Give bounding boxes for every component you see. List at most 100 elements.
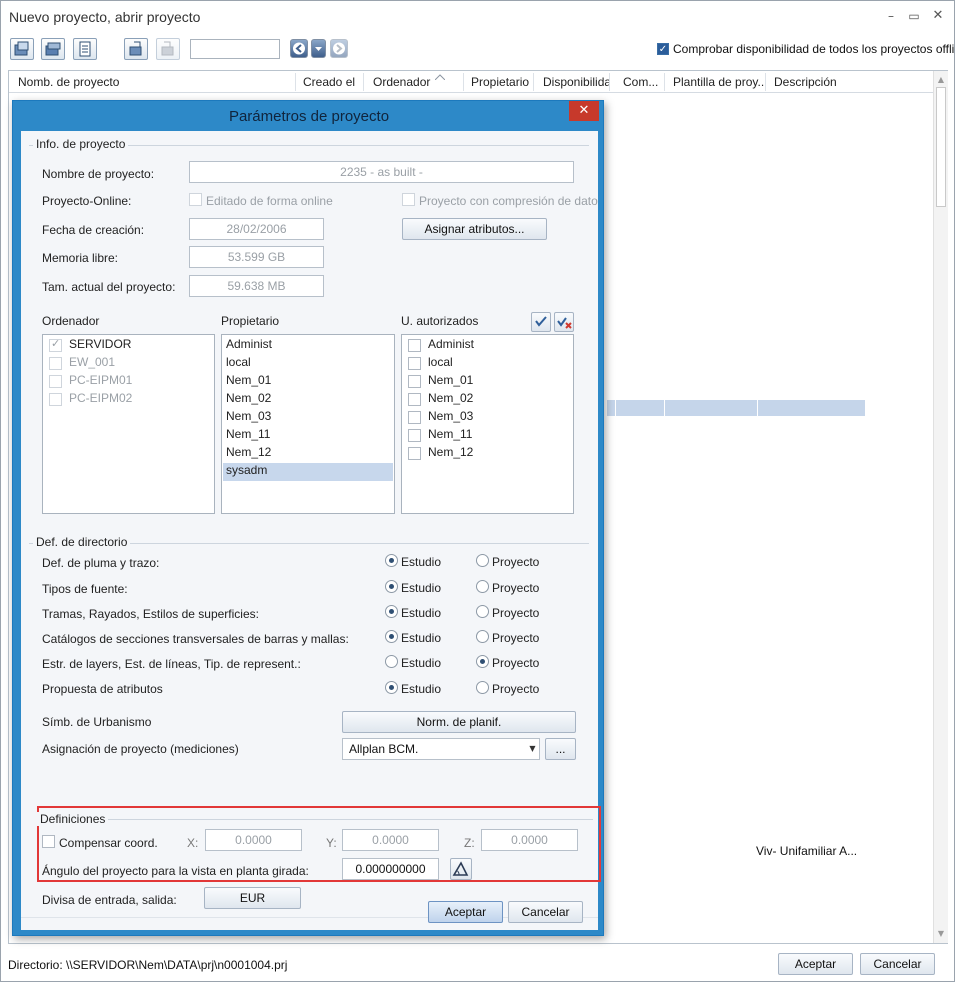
select-all-icon[interactable]	[531, 312, 551, 332]
authorized-checkbox[interactable]	[408, 447, 421, 460]
list-item: PC-EIPM01	[69, 373, 133, 387]
project-radio[interactable]	[476, 580, 489, 593]
studio-radio[interactable]	[385, 681, 398, 694]
project-parameters-dialog: Parámetros de proyecto ✕ Info. de proyec…	[12, 100, 604, 936]
maximize-icon[interactable]: ▭	[904, 7, 924, 25]
list-item: Nem_12	[428, 445, 474, 459]
project-size-field: 59.638 MB	[189, 275, 324, 297]
authorized-checkbox[interactable]	[408, 411, 421, 424]
minimize-icon[interactable]: –	[881, 7, 901, 25]
urbanism-label: Símb. de Urbanismo	[42, 715, 152, 729]
authorized-checkbox[interactable]	[408, 393, 421, 406]
col-header-name[interactable]: Nomb. de proyecto	[18, 75, 288, 89]
assignment-more-button[interactable]: ...	[545, 738, 576, 760]
list-item[interactable]: local	[226, 355, 251, 373]
back-icon[interactable]	[290, 39, 308, 58]
assignment-select[interactable]: Allplan BCM.	[342, 738, 540, 760]
export-icon[interactable]	[124, 38, 148, 60]
y-field[interactable]: 0.0000	[342, 829, 439, 851]
dialog-accept-button[interactable]: Aceptar	[428, 901, 503, 923]
properties-icon[interactable]	[73, 38, 97, 60]
project-label: Proyecto	[492, 555, 540, 569]
compression-checkbox[interactable]	[402, 193, 415, 206]
col-header-description[interactable]: Descripción	[774, 75, 874, 89]
project-label: Proyecto	[492, 631, 540, 645]
studio-radio[interactable]	[385, 554, 398, 567]
list-header: Nomb. de proyecto Creado el Ordenador Pr…	[9, 71, 933, 93]
compensate-coord-checkbox[interactable]	[42, 835, 55, 848]
list-item[interactable]: Administ	[226, 337, 272, 355]
col-header-availability[interactable]: Disponibilidad	[543, 75, 609, 89]
selected-project-row[interactable]	[607, 400, 865, 416]
chevron-down-icon[interactable]: ▼	[526, 740, 539, 758]
list-item: Nem_02	[428, 391, 474, 405]
compression-label: Proyecto con compresión de dato	[419, 194, 598, 208]
list-item[interactable]: Nem_01	[226, 373, 271, 391]
dialog-close-icon[interactable]: ✕	[569, 101, 599, 121]
col-header-created[interactable]: Creado el	[303, 75, 363, 89]
list-item: PC-EIPM02	[69, 391, 133, 405]
x-label: X:	[187, 836, 199, 850]
history-dropdown-icon[interactable]	[311, 39, 326, 58]
list-item: SERVIDOR	[69, 337, 132, 351]
project-size-label: Tam. actual del proyecto:	[42, 280, 176, 294]
dir-row-label: Tramas, Rayados, Estilos de superficies:	[42, 607, 259, 621]
col-header-owner[interactable]: Propietario	[471, 75, 531, 89]
authorized-checkbox[interactable]	[408, 375, 421, 388]
project-radio[interactable]	[476, 605, 489, 618]
z-field[interactable]: 0.0000	[481, 829, 578, 851]
close-icon[interactable]: ✕	[928, 7, 948, 25]
window-cancel-button[interactable]: Cancelar	[860, 953, 935, 975]
angle-pick-icon[interactable]	[450, 858, 472, 880]
list-item-selected[interactable]: sysadm	[223, 463, 393, 481]
project-radio[interactable]	[476, 655, 489, 668]
authorized-list[interactable]: Administ local Nem_01 Nem_02 Nem_03 Nem_…	[401, 334, 574, 514]
search-input[interactable]	[190, 39, 280, 59]
currency-button[interactable]: EUR	[204, 887, 301, 909]
authorized-checkbox[interactable]	[408, 339, 421, 352]
list-item[interactable]: Nem_02	[226, 391, 271, 409]
new-project-icon[interactable]	[10, 38, 34, 60]
list-item[interactable]: Nem_12	[226, 445, 271, 463]
angle-field[interactable]: 0.000000000	[342, 858, 439, 880]
list-scrollbar[interactable]: ▲ ▼	[933, 71, 948, 943]
owner-list[interactable]: Administ local Nem_01 Nem_02 Nem_03 Nem_…	[221, 334, 395, 514]
computer-header: Ordenador	[42, 314, 100, 328]
studio-radio[interactable]	[385, 580, 398, 593]
forward-icon[interactable]	[330, 39, 348, 58]
list-item[interactable]: Nem_03	[226, 409, 271, 427]
project-radio[interactable]	[476, 681, 489, 694]
list-item: Administ	[428, 337, 475, 351]
col-header-computer[interactable]: Ordenador	[373, 75, 443, 89]
computer-list[interactable]: SERVIDOR EW_001 PC-EIPM01 PC-EIPM02	[42, 334, 215, 514]
import-icon[interactable]	[156, 38, 180, 60]
scroll-down-icon[interactable]: ▼	[936, 929, 946, 938]
planning-norm-button[interactable]: Norm. de planif.	[342, 711, 576, 733]
list-item[interactable]: Nem_11	[226, 427, 270, 445]
project-name-field[interactable]: 2235 - as built -	[189, 161, 574, 183]
project-radio[interactable]	[476, 630, 489, 643]
studio-label: Estudio	[401, 656, 442, 670]
authorized-checkbox[interactable]	[408, 429, 421, 442]
x-field[interactable]: 0.0000	[205, 829, 302, 851]
copy-project-icon[interactable]	[41, 38, 65, 60]
authorized-checkbox[interactable]	[408, 357, 421, 370]
studio-radio[interactable]	[385, 655, 398, 668]
scroll-thumb[interactable]	[936, 87, 946, 207]
deselect-all-icon[interactable]	[554, 312, 574, 332]
dialog-cancel-button[interactable]: Cancelar	[508, 901, 583, 923]
col-header-comment[interactable]: Com...	[623, 75, 663, 89]
assign-attributes-button[interactable]: Asignar atributos...	[402, 218, 547, 240]
sort-ascending-icon	[435, 74, 445, 80]
scroll-up-icon[interactable]: ▲	[936, 75, 946, 84]
project-radio[interactable]	[476, 554, 489, 567]
window-accept-button[interactable]: Aceptar	[778, 953, 853, 975]
dialog-body: Info. de proyecto Nombre de proyecto: 22…	[21, 131, 601, 930]
offline-availability-checkbox[interactable]: ✓	[657, 43, 669, 55]
online-checkbox[interactable]	[189, 193, 202, 206]
studio-radio[interactable]	[385, 630, 398, 643]
online-label: Proyecto-Online:	[42, 194, 132, 208]
studio-radio[interactable]	[385, 605, 398, 618]
compensate-coord-label: Compensar coord.	[59, 836, 158, 850]
col-header-template[interactable]: Plantilla de proy...	[673, 75, 765, 89]
